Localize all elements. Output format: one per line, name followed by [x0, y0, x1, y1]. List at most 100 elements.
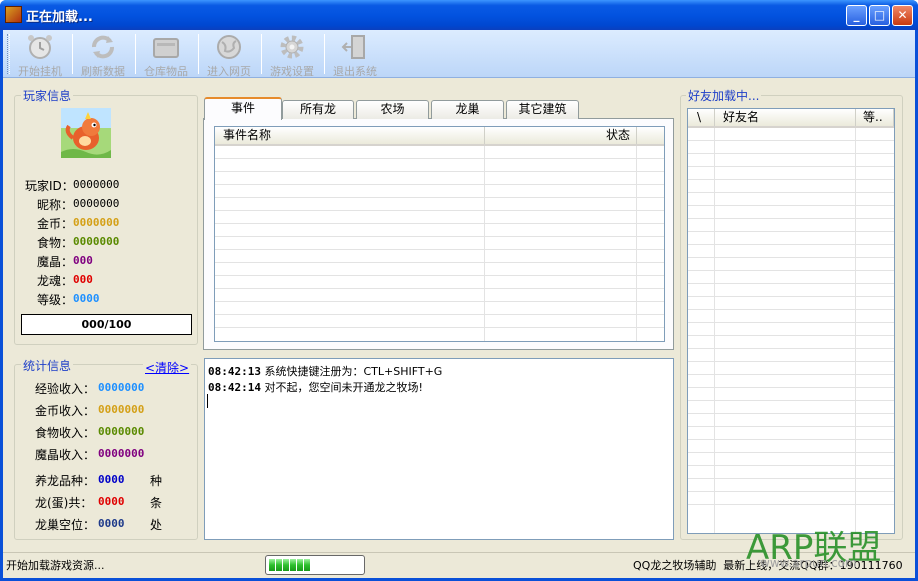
player-id-label: 玩家ID：	[25, 179, 74, 193]
close-button[interactable]: ✕	[892, 5, 913, 26]
status-message: 开始加载游戏资源...	[6, 559, 105, 572]
empty-row	[688, 375, 894, 388]
title-bar[interactable]	[0, 0, 918, 30]
gold-label: 金币：	[37, 217, 74, 231]
exit-system-button[interactable]: 退出系统	[324, 32, 386, 78]
empty-row	[688, 466, 894, 479]
empty-row	[215, 159, 664, 172]
friends-list[interactable]: \ 好友名 等..	[687, 108, 895, 534]
progress-segment	[304, 559, 310, 571]
friend-index-column-header[interactable]: \	[688, 109, 715, 126]
open-webpage-label: 进入网页	[207, 65, 251, 78]
empty-row	[688, 362, 894, 375]
progress-segment	[290, 559, 296, 571]
empty-row	[688, 245, 894, 258]
watermark-url: www.arpun.com	[760, 556, 857, 570]
log-text: 对不起，您空间未开通龙之牧场!	[264, 381, 423, 394]
dragon-species-value: 0000	[98, 473, 125, 486]
warehouse-icon	[153, 38, 179, 58]
friends-legend: 好友加载中...	[686, 87, 762, 104]
empty-row	[688, 193, 894, 206]
game-settings-button[interactable]: 游戏设置	[261, 32, 323, 78]
game-settings-label: 游戏设置	[270, 65, 314, 78]
nest-vacancy-label: 龙巢空位：	[35, 518, 96, 532]
close-icon: ✕	[897, 8, 908, 22]
empty-row	[688, 479, 894, 492]
empty-row	[215, 315, 664, 328]
experience-progress: 000/100	[21, 314, 192, 335]
tab-other-buildings[interactable]: 其它建筑	[506, 100, 579, 119]
dragon-egg-total-value: 0000	[98, 495, 125, 508]
tab-all-dragons[interactable]: 所有龙	[282, 100, 354, 119]
log-time: 08:42:13	[208, 365, 261, 378]
empty-row	[688, 349, 894, 362]
refresh-data-button[interactable]: 刷新数据	[72, 32, 134, 78]
warehouse-button[interactable]: 仓库物品	[135, 32, 197, 78]
nickname-label: 昵称：	[37, 198, 74, 212]
refresh-icon	[92, 35, 114, 59]
message-log[interactable]: 08:42:13 系统快捷键注册为：CTL+SHIFT+G 08:42:14 对…	[204, 358, 674, 540]
player-id-value: 0000000	[73, 178, 120, 191]
event-name-column-header[interactable]: 事件名称	[215, 127, 485, 144]
empty-row	[688, 336, 894, 349]
tab-farm[interactable]: 农场	[356, 100, 429, 119]
event-rows	[215, 146, 664, 328]
alarm-clock-icon	[28, 35, 52, 59]
empty-row	[688, 167, 894, 180]
column-divider	[855, 128, 856, 533]
empty-row	[688, 206, 894, 219]
event-status-column-header[interactable]: 状态	[485, 127, 637, 144]
friend-name-column-header[interactable]: 好友名	[715, 109, 856, 126]
gold-income-label: 金币收入：	[35, 404, 96, 418]
events-list-header: 事件名称 状态	[215, 127, 664, 146]
empty-row	[688, 219, 894, 232]
empty-row	[688, 388, 894, 401]
empty-row	[215, 276, 664, 289]
minimize-button[interactable]: _	[846, 5, 867, 26]
progress-segment	[297, 559, 303, 571]
statistics-legend: 统计信息	[21, 357, 74, 374]
empty-row	[688, 414, 894, 427]
gear-icon	[280, 35, 304, 59]
level-label: 等级：	[37, 293, 74, 307]
maximize-button[interactable]: □	[869, 5, 890, 26]
magic-crystal-value: 000	[73, 254, 93, 267]
empty-row	[215, 211, 664, 224]
empty-row	[215, 198, 664, 211]
app-icon[interactable]	[5, 6, 22, 23]
exit-system-label: 退出系统	[333, 65, 377, 78]
nest-vacancy-unit: 处	[150, 518, 163, 532]
start-hangup-button[interactable]: 开始挂机	[9, 32, 71, 78]
dragon-soul-value: 000	[73, 273, 93, 286]
dragon-egg-total-label: 龙(蛋)共：	[35, 496, 93, 510]
events-list[interactable]: 事件名称 状态	[214, 126, 665, 342]
log-text: 系统快捷键注册为：CTL+SHIFT+G	[264, 365, 443, 378]
empty-row	[688, 154, 894, 167]
empty-row	[688, 453, 894, 466]
friend-level-column-header[interactable]: 等..	[856, 109, 894, 126]
food-label: 食物：	[37, 236, 74, 250]
column-divider	[636, 146, 637, 341]
empty-row	[688, 232, 894, 245]
dragon-avatar	[61, 108, 111, 158]
progress-segment	[283, 559, 289, 571]
empty-row	[688, 271, 894, 284]
dragon-species-label: 养龙品种：	[35, 474, 96, 488]
food-income-value: 0000000	[98, 425, 145, 438]
nest-vacancy-value: 0000	[98, 517, 125, 530]
clear-stats-link[interactable]: <清除>	[143, 359, 192, 376]
column-divider	[484, 146, 485, 341]
magic-crystal-label: 魔晶：	[37, 255, 74, 269]
tab-dragon-nest[interactable]: 龙巢	[431, 100, 504, 119]
dragon-egg-total-unit: 条	[150, 496, 163, 510]
empty-row	[215, 185, 664, 198]
tab-events[interactable]: 事件	[204, 97, 282, 120]
empty-row	[688, 180, 894, 193]
warehouse-label: 仓库物品	[144, 65, 188, 78]
empty-row	[688, 284, 894, 297]
open-webpage-button[interactable]: 进入网页	[198, 32, 260, 78]
start-hangup-label: 开始挂机	[18, 65, 62, 78]
refresh-data-label: 刷新数据	[81, 65, 125, 78]
dragon-species-unit: 种	[150, 474, 163, 488]
log-line: 08:42:13 系统快捷键注册为：CTL+SHIFT+G	[208, 363, 442, 379]
